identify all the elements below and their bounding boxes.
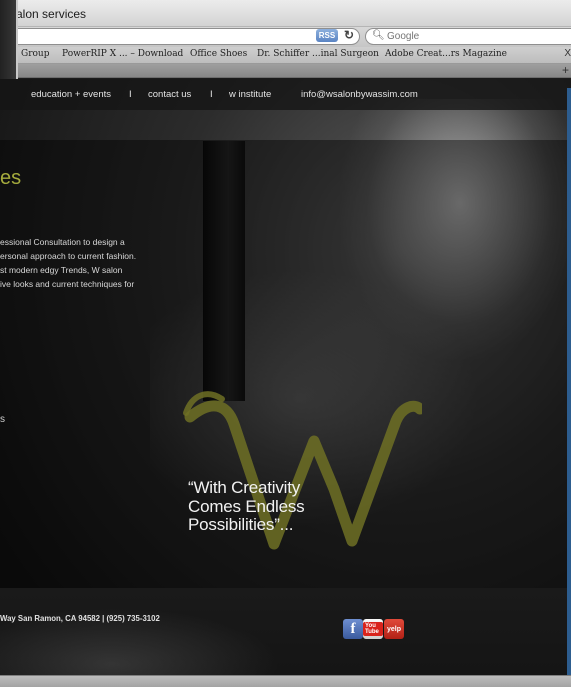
site-footer: [0, 588, 567, 687]
bookmarks-overflow-button[interactable]: X: [564, 48, 571, 59]
quote-line: Possibilities”...: [188, 515, 294, 534]
nav-contact-us[interactable]: contact us: [148, 89, 191, 100]
intro-line: essional Consultation to design a: [0, 237, 125, 247]
intro-line: ive looks and current techniques for: [0, 279, 135, 289]
nav-email-link[interactable]: info@wsalonbywassim.com: [301, 89, 418, 100]
yelp-icon[interactable]: yelp: [384, 619, 404, 639]
quote-line: Comes Endless: [188, 496, 305, 516]
intro-line: st modern edgy Trends, W salon: [0, 265, 123, 275]
address-bar[interactable]: [0, 28, 360, 45]
tagline-quote: “With Creativity Comes Endless Possibili…: [188, 478, 305, 535]
nav-w-institute[interactable]: w institute: [229, 89, 271, 100]
nav-education-events[interactable]: education + events: [31, 89, 111, 100]
new-tab-icon[interactable]: +: [562, 64, 569, 77]
intro-line: ersonal approach to current fashion.: [0, 251, 137, 261]
quote-line: “With Creativity: [188, 478, 301, 497]
window-titlebar: alon services: [0, 0, 571, 27]
bookmark-item[interactable]: Group: [21, 49, 49, 59]
reload-icon[interactable]: ↻: [342, 28, 356, 42]
bookmark-item[interactable]: Office Shoes: [190, 49, 247, 59]
bookmark-item[interactable]: Dr. Schiffer ...inal Surgeon: [257, 49, 379, 59]
website-viewport: education + events I contact us I w inst…: [0, 79, 571, 687]
facebook-label: f: [350, 620, 356, 637]
youtube-label: You Tube: [363, 622, 383, 636]
search-box[interactable]: 🔍︎: [365, 28, 571, 45]
youtube-icon[interactable]: You Tube: [363, 619, 383, 639]
nav-separator: I: [210, 89, 213, 100]
site-nav: education + events I contact us I w inst…: [0, 79, 571, 110]
bookmark-item[interactable]: PowerRIP X ... – Download: [62, 49, 183, 59]
bookmarks-bar: Group PowerRIP X ... – Download Office S…: [0, 47, 571, 64]
w-salon-logo: W: [183, 391, 422, 578]
search-input[interactable]: [387, 30, 567, 43]
facebook-icon[interactable]: f: [343, 619, 363, 639]
window-title: alon services: [16, 7, 87, 21]
section-title: es: [0, 167, 22, 189]
logo-letter: W: [302, 561, 318, 578]
intro-paragraph: essional Consultation to design a ersona…: [0, 235, 172, 291]
yelp-label: yelp: [386, 625, 401, 633]
search-icon: 🔍︎: [372, 30, 385, 41]
status-bar: [0, 675, 571, 687]
sidebar-link-fragment[interactable]: s: [0, 414, 5, 425]
nav-separator: I: [129, 89, 132, 100]
tab-strip: +: [0, 64, 571, 78]
bookmark-item[interactable]: Adobe Creat...rs Magazine: [385, 49, 507, 59]
vertical-scrollbar[interactable]: [567, 88, 571, 678]
rss-button[interactable]: RSS: [316, 29, 338, 42]
footer-address: Way San Ramon, CA 94582 | (925) 735-3102: [0, 614, 160, 623]
